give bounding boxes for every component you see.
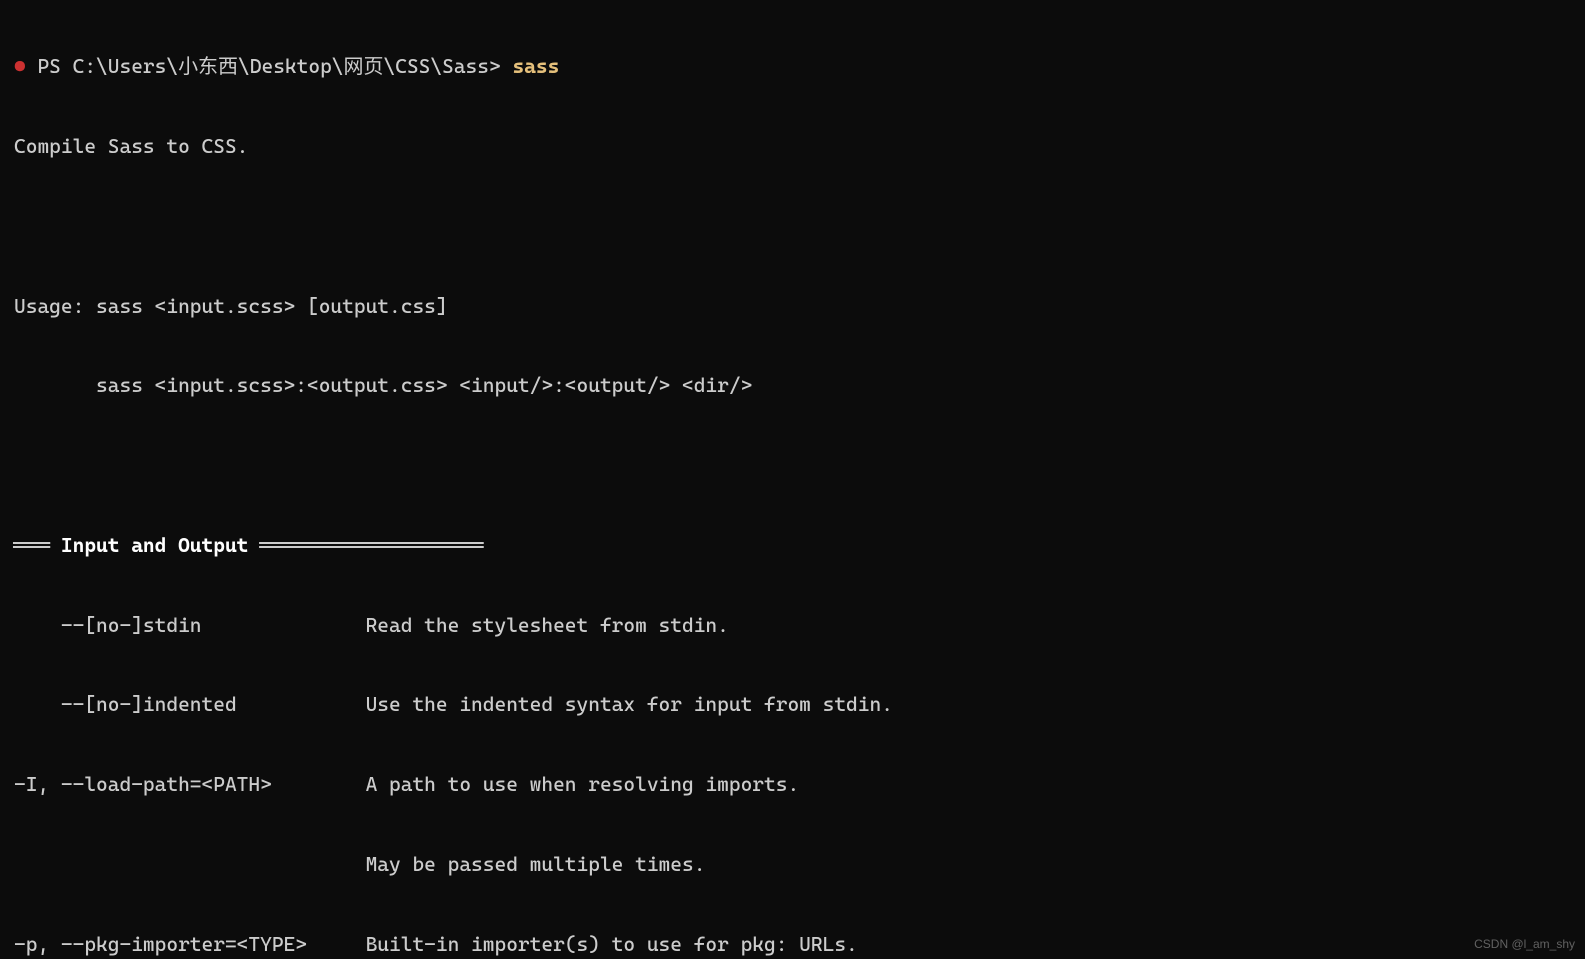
io-row: -I, --load-path=<PATH> A path to use whe… [14,771,1571,798]
io-row: --[no-]indented Use the indented syntax … [14,691,1571,718]
io-row: -p, --pkg-importer=<TYPE> Built-in impor… [14,931,1571,958]
entered-command: sass [512,54,559,78]
section-header-io: ═══ Input and Output ═══════════════════ [14,532,1571,559]
prompt-path: C:\Users\小东西\Desktop\网页\CSS\Sass> [73,54,501,78]
terminal-output[interactable]: ● PS C:\Users\小东西\Desktop\网页\CSS\Sass> s… [0,0,1585,959]
status-dot-icon: ● [14,54,26,78]
intro-line: Compile Sass to CSS. [14,133,1571,160]
usage-line-0: Usage: sass <input.scss> [output.css] [14,293,1571,320]
section-title-io: Input and Output [61,533,249,557]
blank-line [14,213,1571,240]
prompt-line: ● PS C:\Users\小东西\Desktop\网页\CSS\Sass> s… [14,53,1571,80]
prompt-ps: PS [37,54,60,78]
usage-line-1: sass <input.scss>:<output.css> <input/>:… [14,372,1571,399]
io-row: --[no-]stdin Read the stylesheet from st… [14,612,1571,639]
blank-line [14,452,1571,479]
io-row: May be passed multiple times. [14,851,1571,878]
